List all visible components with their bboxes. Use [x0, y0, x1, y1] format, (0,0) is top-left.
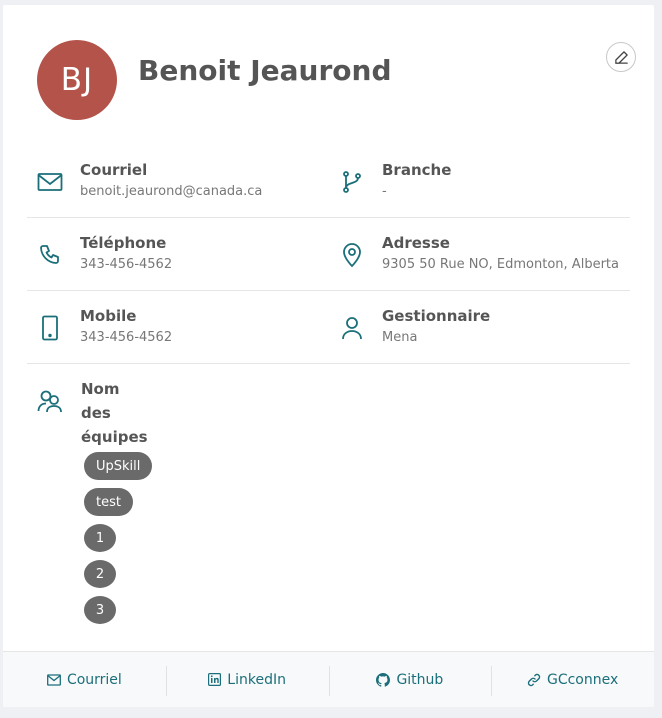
footer-github-label: Github [396, 671, 444, 688]
divider [27, 217, 630, 218]
field-email-label: Courriel [80, 161, 148, 179]
edit-button[interactable] [606, 42, 636, 72]
team-chip[interactable]: test [84, 488, 133, 516]
mobile-phone-icon [37, 315, 63, 341]
field-branch-label: Branche [382, 161, 452, 179]
teams-label: Nom des équipes [81, 380, 148, 446]
avatar-initials: BJ [60, 62, 94, 98]
mail-icon [37, 169, 63, 195]
footer-email-link[interactable]: Courriel [3, 652, 166, 707]
avatar: BJ [37, 40, 117, 120]
team-chip[interactable]: 2 [84, 560, 116, 588]
mail-icon [46, 673, 61, 686]
location-pin-icon [339, 242, 365, 268]
pencil-icon [614, 50, 629, 65]
field-manager-value: Mena [382, 330, 418, 345]
team-chip[interactable]: 1 [84, 524, 116, 552]
footer-github-link[interactable]: Github [328, 652, 492, 707]
field-mobile-value: 343-456-4562 [80, 330, 173, 345]
footer-gcconnex-label: GCconnex [546, 671, 619, 688]
field-address-value: 9305 50 Rue NO, Edmonton, Alberta [382, 257, 619, 272]
footer-gcconnex-link[interactable]: GCconnex [491, 652, 654, 707]
link-icon [527, 673, 541, 687]
field-mobile-label: Mobile [80, 307, 137, 325]
team-icon [37, 388, 63, 414]
footer-email-label: Courriel [66, 671, 122, 688]
field-address-label: Adresse [382, 234, 450, 252]
footer-linkedin-label: LinkedIn [227, 671, 286, 688]
footer-linkedin-link[interactable]: LinkedIn [165, 652, 329, 707]
contact-footer: Courriel LinkedIn Github GCconnex [3, 651, 654, 707]
divider [27, 290, 630, 291]
field-manager-label: Gestionnaire [382, 307, 491, 325]
field-branch-value: - [382, 184, 387, 199]
profile-name: Benoit Jeaurond [138, 54, 392, 87]
git-branch-icon [339, 169, 365, 195]
phone-icon [37, 242, 63, 268]
person-icon [339, 315, 365, 341]
team-chip[interactable]: UpSkill [84, 452, 153, 480]
field-email-value: benoit.jeaurond@canada.ca [80, 184, 263, 199]
field-phone-label: Téléphone [80, 234, 167, 252]
linkedin-icon [208, 673, 222, 686]
github-icon [376, 672, 391, 687]
team-chip[interactable]: 3 [84, 596, 116, 624]
divider [27, 363, 630, 364]
field-phone-value: 343-456-4562 [80, 257, 173, 272]
profile-card: BJ Benoit Jeaurond Courriel benoit.jeaur… [3, 5, 654, 707]
